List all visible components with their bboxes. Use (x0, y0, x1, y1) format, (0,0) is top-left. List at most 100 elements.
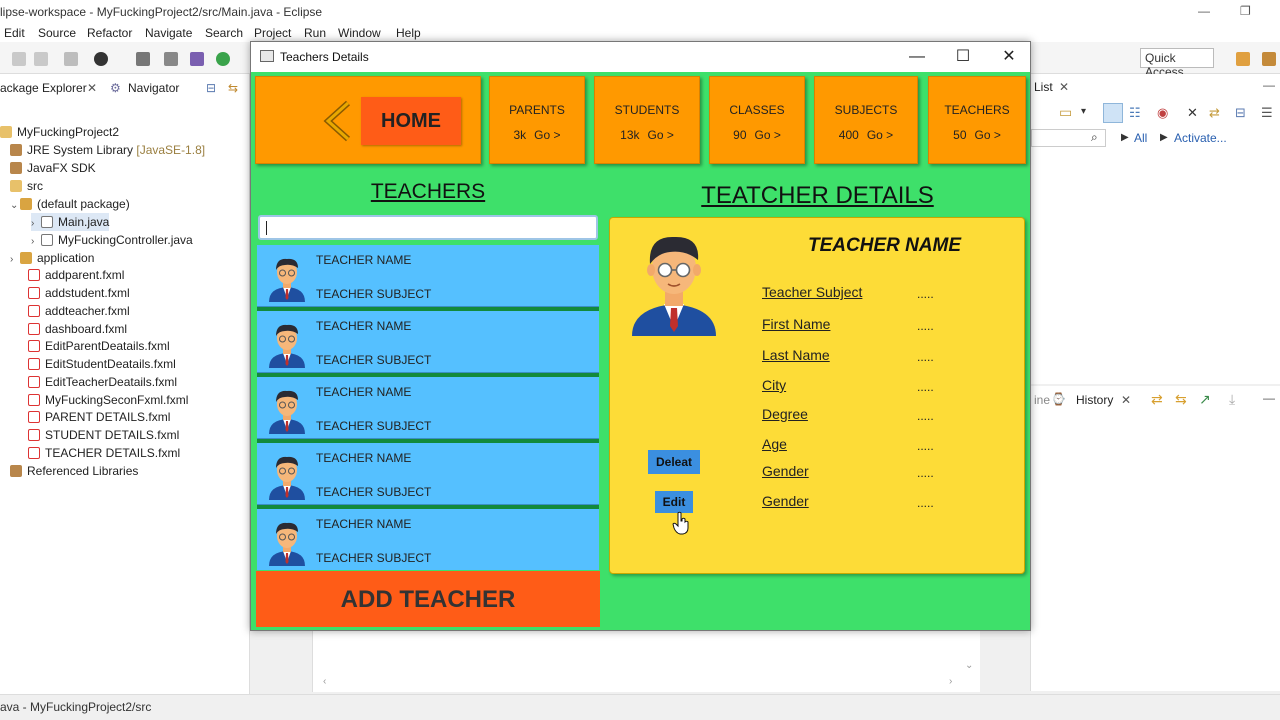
chevron-right-icon[interactable]: › (10, 251, 20, 269)
skip-breakpoints-icon[interactable] (164, 52, 178, 66)
window-title-bar[interactable]: Teachers Details — ☐ ✕ (251, 42, 1030, 72)
link-with-editor-icon[interactable]: ⇆ (228, 81, 238, 95)
menu-icon[interactable]: ☰ (1261, 105, 1273, 121)
go-link[interactable]: Go > (755, 128, 781, 142)
teacher-list-item[interactable]: TEACHER NAME TEACHER SUBJECT (257, 509, 599, 570)
link-icon[interactable]: ⇄ (1151, 391, 1163, 408)
go-link[interactable]: Go > (975, 128, 1001, 142)
focus-icon[interactable]: ◉ (1157, 105, 1168, 121)
scheduled-icon[interactable]: ☷ (1129, 105, 1141, 121)
menu-search[interactable]: Search (205, 26, 243, 40)
tree-item-fxml[interactable]: EditTeacherDeatails.fxml (28, 373, 177, 391)
teacher-list-item[interactable]: TEACHER NAME TEACHER SUBJECT (257, 443, 599, 505)
teacher-list-item[interactable]: TEACHER NAME TEACHER SUBJECT (257, 311, 599, 373)
menu-edit[interactable]: Edit (4, 26, 25, 40)
scroll-down-icon[interactable]: ⌄ (965, 660, 973, 671)
home-button[interactable]: HOME (361, 97, 461, 145)
go-link[interactable]: Go > (867, 128, 893, 142)
close-icon[interactable]: ✕ (1059, 80, 1069, 94)
terminal-icon[interactable] (136, 52, 150, 66)
sync-icon[interactable]: ⇄ (1209, 105, 1220, 121)
tab-outline-partial[interactable]: ine (1034, 393, 1050, 407)
debug-icon[interactable] (94, 52, 108, 66)
minimize-button[interactable]: — (894, 45, 940, 69)
run-icon[interactable] (216, 52, 230, 66)
menu-navigate[interactable]: Navigate (145, 26, 192, 40)
close-button[interactable]: ✕ (986, 45, 1032, 69)
go-link[interactable]: Go > (648, 128, 674, 142)
tree-item-default-package[interactable]: ⌄ (default package) (10, 195, 130, 213)
minimize-icon[interactable]: — (1263, 391, 1275, 405)
tree-item-main-java[interactable]: › Main.java (31, 213, 110, 231)
chevron-down-icon[interactable]: ⌄ (10, 197, 20, 215)
tree-item-fxml[interactable]: STUDENT DETAILS.fxml (28, 426, 179, 444)
maximize-button[interactable]: ☐ (940, 45, 986, 69)
hide-completed-icon[interactable]: ✕ (1187, 105, 1198, 121)
print-icon[interactable] (64, 52, 78, 66)
new-task-icon[interactable]: ▭ (1059, 104, 1072, 121)
open-perspective-icon[interactable] (1236, 52, 1250, 66)
scroll-right-icon[interactable]: › (949, 676, 952, 687)
minimize-icon[interactable]: — (1198, 4, 1210, 18)
collapse-icon[interactable]: ⊟ (1235, 105, 1246, 121)
teacher-search-input[interactable] (258, 215, 598, 240)
minimize-icon[interactable]: — (1263, 78, 1275, 92)
restore-icon[interactable]: ❐ (1240, 4, 1251, 18)
chevron-down-icon[interactable]: ▾ (1081, 106, 1086, 117)
nav-card-classes[interactable]: CLASSES 90 Go > (709, 76, 805, 164)
menu-help[interactable]: Help (396, 26, 421, 40)
tree-item-fxml[interactable]: EditParentDeatails.fxml (28, 337, 170, 355)
teacher-list[interactable]: TEACHER NAME TEACHER SUBJECT TEACHER NAM… (257, 245, 599, 570)
java-perspective-icon[interactable] (1262, 52, 1276, 66)
compare-icon[interactable]: ⇆ (1175, 391, 1187, 408)
back-chevron-icon[interactable] (318, 99, 358, 143)
tree-item-fxml[interactable]: addparent.fxml (28, 266, 124, 284)
tree-item-application[interactable]: › application (10, 249, 94, 267)
quick-access-field[interactable]: Quick Access (1140, 48, 1214, 79)
new-icon[interactable] (12, 52, 26, 66)
tree-item-fxml[interactable]: dashboard.fxml (28, 320, 127, 338)
tree-item-controller-java[interactable]: › MyFuckingController.java (31, 231, 193, 249)
teacher-list-item[interactable]: TEACHER NAME TEACHER SUBJECT (257, 245, 599, 307)
tab-navigator[interactable]: Navigator (128, 81, 179, 95)
tree-item-project[interactable]: MyFuckingProject2 (0, 123, 119, 141)
edit-button[interactable]: Edit (655, 491, 693, 513)
nav-card-parents[interactable]: PARENTS 3k Go > (489, 76, 585, 164)
categorized-icon[interactable] (1103, 103, 1123, 123)
tab-package-explorer[interactable]: ackage Explorer (0, 81, 87, 95)
menu-source[interactable]: Source (38, 26, 76, 40)
teacher-list-item[interactable]: TEACHER NAME TEACHER SUBJECT (257, 377, 599, 439)
save-icon[interactable] (34, 52, 48, 66)
tree-item-fxml[interactable]: addstudent.fxml (28, 284, 130, 302)
tree-item-jre[interactable]: JRE System Library [JavaSE-1.8] (0, 141, 205, 159)
tree-item-fxml[interactable]: MyFuckingSeconFxml.fxml (28, 391, 188, 409)
close-icon[interactable]: ✕ (87, 81, 97, 95)
tree-item-fxml[interactable]: TEACHER DETAILS.fxml (28, 444, 180, 462)
tab-task-list[interactable]: List (1034, 80, 1053, 94)
history-menu-icon[interactable]: ⤓ (1229, 391, 1235, 408)
open-type-icon[interactable] (190, 52, 204, 66)
tab-history[interactable]: History (1076, 393, 1113, 407)
pin-icon[interactable]: ↗ (1199, 391, 1211, 408)
search-icon[interactable]: ⌕ (1091, 130, 1098, 145)
tree-item-src[interactable]: src (0, 177, 43, 195)
tree-item-javafx[interactable]: JavaFX SDK (0, 159, 96, 177)
menu-window[interactable]: Window (338, 26, 381, 40)
nav-card-teachers[interactable]: TEACHERS 50 Go > (928, 76, 1026, 164)
scroll-left-icon[interactable]: ‹ (323, 676, 326, 687)
tree-item-fxml[interactable]: PARENT DETAILS.fxml (28, 408, 170, 426)
all-link[interactable]: All (1134, 131, 1147, 145)
collapse-all-icon[interactable]: ⊟ (206, 81, 216, 95)
go-link[interactable]: Go > (534, 128, 560, 142)
tree-item-fxml[interactable]: EditStudentDeatails.fxml (28, 355, 176, 373)
activate-link[interactable]: Activate... (1174, 131, 1227, 145)
delete-button[interactable]: Deleat (648, 450, 700, 474)
add-teacher-button[interactable]: ADD TEACHER (256, 571, 600, 627)
tree-item-referenced-libraries[interactable]: Referenced Libraries (0, 462, 138, 480)
close-icon[interactable]: ✕ (1121, 393, 1131, 407)
tree-item-fxml[interactable]: addteacher.fxml (28, 302, 130, 320)
nav-card-subjects[interactable]: SUBJECTS 400 Go > (814, 76, 918, 164)
nav-card-students[interactable]: STUDENTS 13k Go > (594, 76, 700, 164)
menu-refactor[interactable]: Refactor (87, 26, 132, 40)
menu-run[interactable]: Run (304, 26, 326, 40)
